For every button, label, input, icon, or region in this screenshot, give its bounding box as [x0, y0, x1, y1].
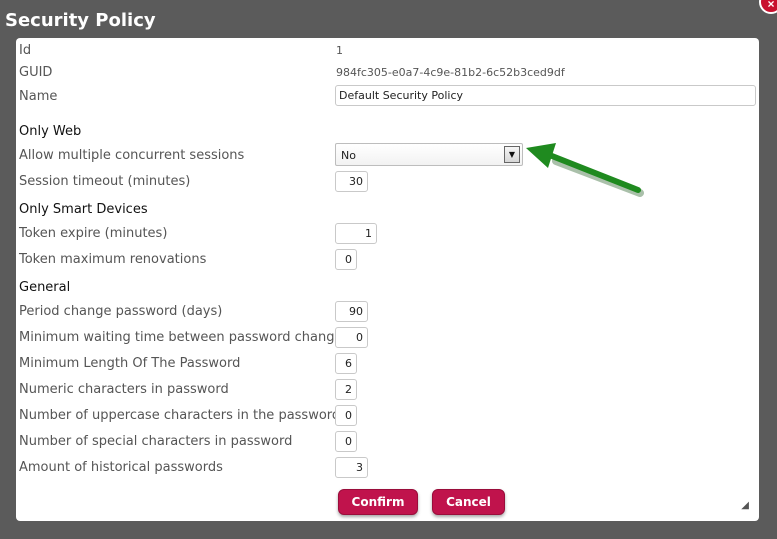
allow-multiple-sessions-label: Allow multiple concurrent sessions	[19, 148, 245, 163]
green-arrow-annotation	[526, 143, 644, 197]
period-change-password-field[interactable]	[335, 301, 368, 322]
close-icon[interactable]: ×	[759, 0, 777, 14]
uppercase-chars-label: Number of uppercase characters in the pa…	[19, 408, 341, 423]
token-max-renovations-label: Token maximum renovations	[19, 252, 207, 267]
guid-value: 984fc305-e0a7-4c9e-81b2-6c52b3ced9df	[336, 66, 565, 79]
historical-passwords-field[interactable]	[335, 457, 368, 478]
numeric-chars-label: Numeric characters in password	[19, 382, 229, 397]
confirm-button[interactable]: Confirm	[338, 489, 418, 515]
security-policy-form: Id 1 GUID 984fc305-e0a7-4c9e-81b2-6c52b3…	[16, 38, 759, 521]
special-chars-field[interactable]	[335, 431, 357, 452]
period-change-password-label: Period change password (days)	[19, 304, 223, 319]
token-max-renovations-field[interactable]	[335, 249, 357, 270]
token-expire-label: Token expire (minutes)	[19, 226, 168, 241]
cancel-button[interactable]: Cancel	[432, 489, 505, 515]
allow-multiple-sessions-select[interactable]: No ▼	[335, 143, 523, 166]
numeric-chars-field[interactable]	[335, 379, 357, 400]
special-chars-label: Number of special characters in password	[19, 434, 293, 449]
section-only-web: Only Web	[19, 124, 82, 139]
min-waiting-time-label: Minimum waiting time between password ch…	[19, 330, 350, 345]
section-general: General	[19, 280, 71, 295]
token-expire-field[interactable]	[335, 223, 377, 244]
dialog-title: Security Policy	[5, 10, 156, 31]
min-length-label: Minimum Length Of The Password	[19, 356, 241, 371]
resize-grip-icon[interactable]: ◢	[741, 500, 749, 511]
min-length-field[interactable]	[335, 353, 357, 374]
name-label: Name	[19, 89, 58, 104]
allow-multiple-sessions-value: No	[341, 149, 356, 162]
min-waiting-time-field[interactable]	[335, 327, 368, 348]
id-label: Id	[19, 43, 32, 58]
session-timeout-field[interactable]	[335, 171, 368, 192]
id-value: 1	[336, 44, 343, 57]
section-only-smart-devices: Only Smart Devices	[19, 202, 148, 217]
guid-label: GUID	[19, 65, 53, 80]
historical-passwords-label: Amount of historical passwords	[19, 460, 223, 475]
session-timeout-label: Session timeout (minutes)	[19, 174, 191, 189]
uppercase-chars-field[interactable]	[335, 405, 357, 426]
name-field[interactable]	[335, 85, 756, 106]
